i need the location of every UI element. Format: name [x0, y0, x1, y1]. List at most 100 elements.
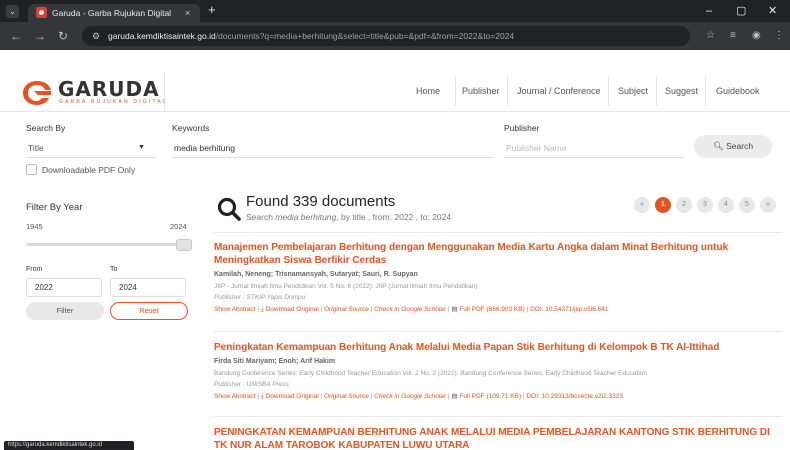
profile-icon[interactable]: ◉ — [752, 29, 761, 43]
result-publisher: Publisher : UNISBA Press — [214, 381, 289, 388]
result-journal-meta: JIIP - Jurnal Ilmiah Ilmu Pendidikan Vol… — [214, 283, 478, 290]
to-label: To — [110, 266, 118, 273]
filter-button[interactable]: Filter — [26, 302, 104, 320]
page-prev[interactable]: « — [634, 197, 650, 213]
google-scholar-link[interactable]: Check in Google Scholar — [374, 306, 446, 313]
site-settings-icon[interactable]: ⚙ — [92, 30, 100, 42]
page-next[interactable]: » — [760, 197, 776, 213]
download-original-link[interactable]: Download Original — [266, 306, 319, 313]
year-slider-handle[interactable] — [176, 239, 192, 251]
result-links: Show Abstract | ⤓ Download Original | Or… — [214, 392, 780, 402]
query-term: media berhitung — [275, 212, 337, 222]
search-by-label: Search By — [26, 123, 66, 133]
pdf-file-icon: ▤ — [451, 306, 458, 313]
link-separator: | — [447, 393, 450, 400]
page-5[interactable]: 5 — [739, 197, 755, 213]
link-separator: | — [320, 393, 323, 400]
chevron-down-icon[interactable]: ▼ — [138, 142, 145, 154]
results-count-title: Found 339 documents — [246, 193, 396, 210]
original-source-link[interactable]: Original Source — [324, 393, 369, 400]
query-suffix: , by title , from: 2022 , to: 2024 — [336, 212, 452, 222]
google-scholar-link[interactable]: Check in Google Scholar — [374, 393, 446, 400]
link-separator: | — [257, 393, 260, 400]
result-title[interactable]: PENINGKATAN KEMAMPUAN BERHITUNG ANAK MEL… — [214, 426, 780, 450]
tab-title: Garuda - Garba Rujukan Digital — [52, 8, 172, 18]
from-label: From — [26, 266, 43, 273]
publisher-input[interactable] — [506, 138, 682, 158]
result-title[interactable]: Peningkatan Kemampuan Berhitung Anak Mel… — [214, 341, 780, 354]
original-source-link[interactable]: Original Source — [324, 306, 369, 313]
download-icon: ⤓ — [260, 393, 264, 400]
result-links: Show Abstract | ⤓ Download Original | Or… — [214, 305, 780, 315]
close-window-icon[interactable]: ✕ — [768, 4, 777, 18]
full-pdf-link[interactable]: Full PDF (666.903 KB) — [459, 306, 524, 313]
link-separator: | — [370, 393, 373, 400]
minimize-icon[interactable]: – — [706, 4, 712, 18]
search-button[interactable]: 🔍︎ Search — [694, 135, 772, 158]
url-host: garuda.kemdiktisaintek.go.id — [108, 31, 216, 41]
tab-close-icon[interactable]: × — [185, 7, 190, 19]
keywords-input[interactable] — [174, 138, 492, 158]
year-range-slider[interactable] — [26, 243, 186, 246]
from-year-input[interactable]: 2022 — [26, 278, 102, 297]
nav-subject[interactable]: Subject — [618, 84, 648, 98]
page-1[interactable]: 1 — [655, 197, 671, 213]
browser-tab-bar: ⌄ Garuda - Garba Rujukan Digital × + – ▢… — [0, 0, 790, 22]
address-bar: ← → ↻ ⚙ garuda.kemdiktisaintek.go.id/doc… — [0, 22, 790, 50]
download-original-link[interactable]: Download Original — [266, 393, 319, 400]
reset-button[interactable]: Reset — [110, 302, 188, 320]
show-abstract-link[interactable]: Show Abstract — [214, 393, 256, 400]
bookmark-star-icon[interactable]: ☆ — [706, 29, 715, 43]
result-publisher: Publisher : STKIP Yapis Dompu — [214, 294, 306, 301]
result-divider — [214, 232, 782, 233]
full-pdf-link[interactable]: Full PDF (109.71 KB) — [459, 393, 521, 400]
downloadable-pdf-checkbox[interactable] — [26, 164, 37, 175]
downloadable-pdf-label[interactable]: Downloadable PDF Only — [42, 164, 135, 176]
show-abstract-link[interactable]: Show Abstract — [214, 306, 256, 313]
logo-text[interactable]: GARUDA — [58, 78, 160, 100]
doi-link[interactable]: DOI: 10.54371/jiip.v5i6.641 — [530, 306, 608, 313]
reload-icon[interactable]: ↻ — [58, 28, 68, 44]
nav-suggest[interactable]: Suggest — [665, 84, 698, 98]
link-separator: | — [526, 306, 529, 313]
maximize-icon[interactable]: ▢ — [736, 4, 746, 18]
to-year-input[interactable]: 2024 — [110, 278, 186, 297]
nav-home[interactable]: Home — [416, 84, 440, 98]
garuda-favicon-icon — [36, 7, 47, 18]
garuda-logo-icon[interactable] — [22, 80, 52, 106]
forward-icon[interactable]: → — [34, 28, 46, 44]
tab-search-menu-icon[interactable]: ⌄ — [6, 5, 19, 18]
nav-guidebook[interactable]: Guidebook — [716, 84, 760, 98]
query-prefix: Search — [246, 212, 276, 222]
result-authors: Kamilah, Neneng; Trisnamansyah, Sutaryat… — [214, 271, 418, 278]
url-omnibox[interactable]: ⚙ garuda.kemdiktisaintek.go.id/documents… — [82, 26, 690, 46]
search-button-label: Search — [726, 141, 754, 151]
logo-subtitle: GARBA RUJUKAN DIGITAL — [59, 99, 168, 105]
result-title[interactable]: Manajemen Pembelajaran Berhitung dengan … — [214, 241, 780, 267]
page-4[interactable]: 4 — [718, 197, 734, 213]
link-separator: | — [522, 393, 525, 400]
link-separator: | — [320, 306, 323, 313]
filter-by-year-title: Filter By Year — [26, 202, 83, 213]
browser-tab[interactable]: Garuda - Garba Rujukan Digital × — [28, 4, 200, 22]
link-status-tooltip: https://garuda.kemdiktisaintek.go.id — [4, 441, 134, 450]
header-divider — [164, 72, 165, 112]
search-by-value[interactable]: Title — [28, 142, 128, 154]
result-divider — [214, 416, 782, 417]
back-icon[interactable]: ← — [10, 28, 22, 44]
link-separator: | — [370, 306, 373, 313]
download-icon: ⤓ — [260, 306, 264, 313]
new-tab-icon[interactable]: + — [208, 3, 216, 17]
link-separator: | — [257, 306, 260, 313]
doi-link[interactable]: DOI: 10.29313/bcsecte.v2i2.3323 — [526, 393, 622, 400]
pdf-file-icon: ▤ — [451, 393, 458, 400]
keywords-label: Keywords — [172, 123, 210, 133]
extensions-icon[interactable]: ≡ — [730, 29, 736, 43]
search-icon — [217, 197, 241, 221]
browser-menu-icon[interactable]: ⋮ — [774, 29, 784, 43]
page-2[interactable]: 2 — [676, 197, 692, 213]
results-query-summary: Search media berhitung, by title , from:… — [246, 211, 451, 223]
nav-journal-conference[interactable]: Journal / Conference — [517, 84, 601, 98]
nav-publisher[interactable]: Publisher — [462, 84, 500, 98]
page-3[interactable]: 3 — [697, 197, 713, 213]
